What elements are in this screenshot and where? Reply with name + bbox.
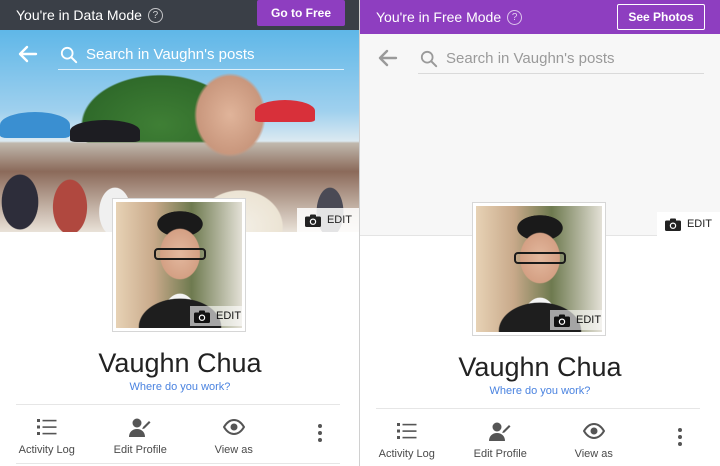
edit-profile-icon [129,418,151,437]
more-vertical-icon [318,424,323,442]
search-bar[interactable] [418,44,704,74]
back-arrow-icon[interactable] [16,42,40,66]
edit-cover-button[interactable]: EDIT [296,208,360,232]
activity-log-label: Activity Log [18,444,75,456]
profile-actions: Activity Log Edit Profile View as [0,408,360,464]
data-mode-bar: You're in Data Mode ? Go to Free [0,0,360,30]
profile-photo[interactable]: EDIT [112,198,246,332]
view-as-button[interactable]: View as [547,412,641,466]
profile-actions: Activity Log Edit Profile View as [360,412,720,466]
camera-icon [554,314,570,327]
search-input[interactable] [446,50,686,67]
edit-cover-label: EDIT [326,214,352,226]
edit-photo-label: EDIT [216,310,242,322]
edit-profile-icon [489,422,511,441]
view-as-button[interactable]: View as [187,408,281,464]
activity-log-button[interactable]: Activity Log [360,412,454,466]
camera-icon [194,310,210,323]
avatar-glasses [514,252,566,264]
free-mode-panel: You're in Free Mode ? See Photos EDIT [360,0,720,466]
avatar: EDIT [476,206,602,332]
help-icon[interactable]: ? [507,9,523,25]
edit-cover-label: EDIT [686,218,712,230]
profile-top-bar [360,38,720,78]
activity-log-label: Activity Log [378,448,435,460]
workplace-link[interactable]: Where do you work? [360,385,720,397]
cover-umbrella [0,112,70,138]
divider [376,408,700,409]
more-options-button[interactable] [641,412,720,466]
eye-icon [222,418,245,436]
cover-umbrella [255,100,315,122]
data-mode-panel: You're in Data Mode ? Go to Free EDIT [0,0,360,466]
camera-icon [304,214,321,227]
profile-photo[interactable]: EDIT [472,202,606,336]
help-icon[interactable]: ? [147,7,163,23]
go-to-free-button[interactable]: Go to Free [257,0,345,26]
list-icon [396,423,417,439]
edit-profile-button[interactable]: Edit Profile [454,412,548,466]
divider [16,404,340,405]
edit-profile-label: Edit Profile [473,448,527,460]
divider [16,463,340,464]
more-vertical-icon [678,428,683,446]
mode-status-text: You're in Free Mode [376,9,502,25]
cover-umbrella [70,120,140,142]
free-mode-bar: You're in Free Mode ? See Photos [360,0,720,34]
list-icon [36,419,57,435]
edit-profile-photo-button[interactable]: EDIT [190,306,242,326]
view-as-label: View as [214,444,253,456]
workplace-link[interactable]: Where do you work? [0,381,360,393]
activity-log-button[interactable]: Activity Log [0,408,94,464]
search-icon [420,50,438,67]
back-arrow-icon[interactable] [376,46,400,70]
search-bar[interactable] [58,40,344,70]
search-icon [60,46,78,63]
view-as-label: View as [574,448,613,460]
edit-profile-button[interactable]: Edit Profile [94,408,188,464]
search-input[interactable] [86,46,326,63]
see-photos-button[interactable]: See Photos [617,4,705,30]
profile-top-bar [0,34,360,74]
avatar: EDIT [116,202,242,328]
profile-name: Vaughn Chua [458,352,622,382]
edit-photo-label: EDIT [576,314,602,326]
eye-icon [582,422,605,440]
camera-icon [664,218,681,231]
profile-name: Vaughn Chua [98,348,262,378]
edit-cover-button[interactable]: EDIT [656,212,720,236]
mode-status-text: You're in Data Mode [16,7,142,23]
avatar-glasses [154,248,206,260]
edit-profile-photo-button[interactable]: EDIT [550,310,602,330]
more-options-button[interactable] [281,408,360,464]
edit-profile-label: Edit Profile [113,444,167,456]
